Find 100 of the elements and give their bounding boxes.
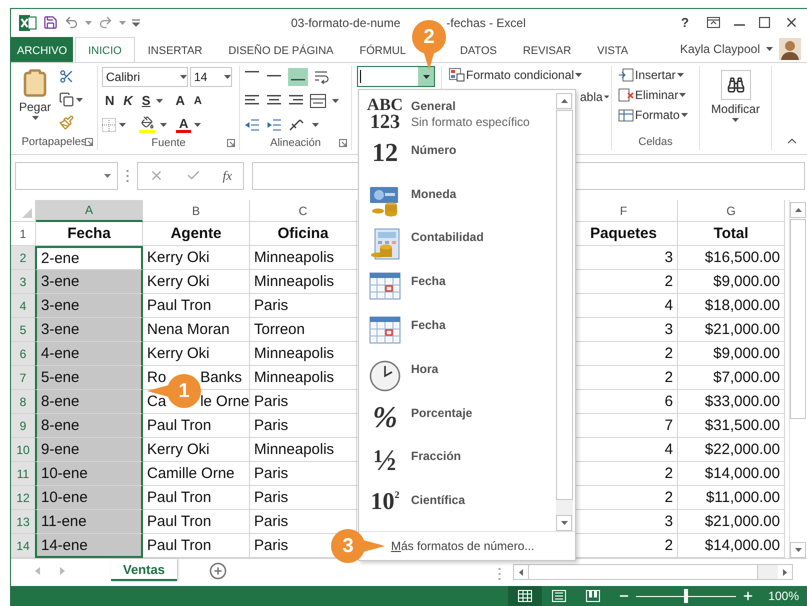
customize-icon[interactable]: [132, 18, 140, 26]
menu-item-detail: Sin formato específico: [411, 115, 530, 129]
row-header[interactable]: 1: [11, 222, 36, 246]
conditional-format-button[interactable]: Formato condicional: [447, 66, 611, 84]
row-header[interactable]: 2: [11, 246, 36, 270]
table-cell: $31,500.00: [678, 414, 785, 438]
row-header[interactable]: 8: [11, 390, 36, 414]
merge-cells-icon[interactable]: [310, 94, 326, 108]
shrink-font-button[interactable]: A: [190, 94, 205, 106]
scrollbar-thumb[interactable]: [790, 219, 806, 419]
insert-cells-button[interactable]: Insertar: [616, 66, 690, 84]
menu-item[interactable]: General: [411, 99, 530, 113]
undo-icon[interactable]: [64, 15, 79, 30]
italic-button[interactable]: K: [120, 93, 136, 108]
menu-item[interactable]: Hora: [411, 362, 438, 376]
row-header[interactable]: 3: [11, 270, 36, 294]
increase-indent-icon[interactable]: [266, 118, 282, 132]
row-header[interactable]: 14: [11, 534, 36, 558]
ribbon-tab[interactable]: INICIO: [75, 37, 135, 63]
align-left-icon[interactable]: [244, 94, 260, 108]
dialog-launcher-icon[interactable]: [227, 139, 235, 147]
row-header[interactable]: 7: [11, 366, 36, 390]
more-formats-link[interactable]: Más formatos de número...: [391, 539, 534, 553]
ribbon-display-icon[interactable]: [707, 17, 720, 28]
caret-icon: [224, 74, 231, 78]
copy-icon[interactable]: [59, 92, 74, 107]
menu-item[interactable]: Contabilidad: [411, 230, 484, 244]
maximize-icon[interactable]: [759, 17, 770, 28]
row-header[interactable]: 13: [11, 510, 36, 534]
underline-button[interactable]: S: [138, 93, 154, 108]
format-painter-icon[interactable]: [59, 115, 74, 130]
menu-item[interactable]: Fracción: [411, 449, 462, 464]
menu-item[interactable]: Número: [411, 142, 456, 157]
bold-button[interactable]: N: [102, 93, 118, 108]
border-icon[interactable]: [102, 118, 116, 132]
row-header[interactable]: 12: [11, 486, 36, 510]
fill-color-button[interactable]: [137, 114, 157, 135]
number-format-field[interactable]: [357, 66, 435, 87]
scroll-down-button[interactable]: [556, 515, 572, 531]
table-format-button[interactable]: abla: [578, 88, 611, 106]
menu-item[interactable]: Moneda: [411, 186, 456, 201]
scrollbar-thumb[interactable]: [556, 110, 573, 500]
column-header[interactable]: C: [250, 200, 357, 222]
save-icon[interactable]: [43, 15, 58, 30]
user-name[interactable]: Kayla Claypool: [680, 42, 760, 56]
dropdown-button[interactable]: [418, 67, 434, 86]
column-header[interactable]: B: [143, 200, 250, 222]
table-cell: 3-ene: [35, 294, 143, 318]
insert-function-button[interactable]: fx: [222, 168, 232, 184]
text-orientation-icon[interactable]: [288, 118, 306, 132]
scroll-up-button[interactable]: [556, 93, 572, 109]
wrap-text-icon[interactable]: [314, 70, 330, 84]
step-callout: 3: [331, 528, 385, 564]
menu-item[interactable]: Porcentaje: [411, 406, 472, 420]
table-cell: $33,000.00: [678, 390, 785, 414]
scrollbar-thumb[interactable]: [528, 565, 758, 579]
cut-icon[interactable]: [59, 69, 74, 84]
editing-button[interactable]: Modificar: [700, 66, 771, 124]
decrease-indent-icon[interactable]: [244, 118, 260, 132]
paste-button[interactable]: Pegar: [15, 66, 56, 134]
menu-item[interactable]: Científica: [411, 493, 466, 508]
scroll-up-button[interactable]: [790, 202, 806, 218]
horizontal-scrollbar[interactable]: [513, 564, 793, 580]
zoom-level[interactable]: 100%: [768, 589, 799, 603]
column-header[interactable]: A: [36, 200, 143, 222]
format-cells-button[interactable]: Formato: [616, 106, 690, 124]
delete-cells-button[interactable]: Eliminar: [616, 86, 690, 104]
close-icon[interactable]: [784, 15, 799, 30]
row-header[interactable]: 10: [11, 438, 36, 462]
row-header[interactable]: 5: [11, 318, 36, 342]
zoom-in-icon[interactable]: [742, 590, 754, 602]
table-cell: Minneapolis: [250, 366, 357, 390]
redo-icon[interactable]: [98, 15, 113, 30]
slider-thumb[interactable]: [684, 589, 688, 603]
row-header[interactable]: 9: [11, 414, 36, 438]
row-header[interactable]: 4: [11, 294, 36, 318]
row-header[interactable]: 6: [11, 342, 36, 366]
view-button[interactable]: [508, 586, 542, 606]
help-button[interactable]: ?: [677, 15, 693, 30]
scroll-down-button[interactable]: [790, 542, 806, 558]
font-size-field[interactable]: 14: [190, 66, 232, 86]
font-name-field[interactable]: Calibri: [102, 66, 188, 86]
ribbon-tab[interactable]: ARCHIVO: [11, 37, 74, 63]
caret-icon: [519, 568, 523, 576]
table-cell: Torreon: [250, 318, 357, 342]
sheet-tab[interactable]: Ventas: [111, 559, 177, 581]
align-right-icon[interactable]: [288, 94, 304, 108]
dialog-launcher-icon[interactable]: [339, 139, 347, 147]
dialog-launcher-icon[interactable]: [85, 138, 93, 146]
grow-font-button[interactable]: A: [172, 93, 188, 108]
align-center-icon[interactable]: [266, 94, 282, 108]
grip-icon[interactable]: [498, 567, 501, 581]
font-color-button[interactable]: A: [176, 116, 192, 132]
number-format-icon: 12: [372, 140, 398, 166]
column-header[interactable]: G: [678, 200, 785, 222]
avatar[interactable]: [779, 38, 801, 60]
table-cell: Kerry Oki: [143, 270, 250, 294]
menu-item[interactable]: Fecha: [411, 318, 446, 332]
menu-item[interactable]: Fecha: [411, 274, 446, 288]
row-header[interactable]: 11: [11, 462, 36, 486]
